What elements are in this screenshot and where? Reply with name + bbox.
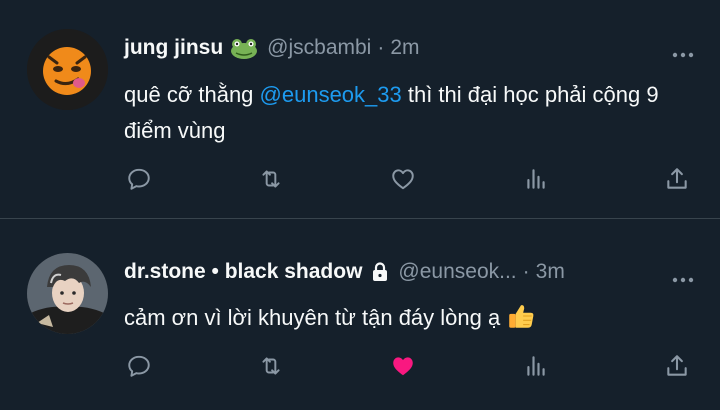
reply-icon <box>128 168 150 190</box>
retweet-icon <box>262 357 280 375</box>
tweet-actions <box>0 351 720 381</box>
retweet-icon <box>262 170 280 188</box>
timestamp[interactable]: 3m <box>536 260 565 284</box>
like-button[interactable] <box>388 164 418 194</box>
more-icon[interactable] <box>672 45 694 58</box>
reply-button[interactable] <box>124 164 154 194</box>
display-name[interactable]: jung jinsu <box>124 36 223 60</box>
tweet-actions <box>0 164 720 194</box>
display-name[interactable]: dr.stone • black shadow <box>124 260 362 284</box>
views-button[interactable] <box>521 351 551 381</box>
tweet-text: cảm ơn vì lời khuyên từ tận đáy lòng ạ <box>124 300 684 342</box>
tweet-text-part: cảm ơn vì lời khuyên từ tận đáy lòng ạ <box>124 305 501 330</box>
heart-outline-icon <box>392 169 414 190</box>
share-button[interactable] <box>662 351 692 381</box>
lock-icon <box>370 261 390 283</box>
handle[interactable]: @eunseok... <box>398 260 516 284</box>
tweet[interactable]: dr.stone • black shadow @eunseok... · 3m… <box>0 219 720 410</box>
retweet-button[interactable] <box>256 351 286 381</box>
share-icon <box>667 355 687 376</box>
tweet-header: dr.stone • black shadow @eunseok... · 3m <box>124 260 565 284</box>
reply-icon <box>128 355 150 377</box>
like-button[interactable] <box>388 351 418 381</box>
views-button[interactable] <box>521 164 551 194</box>
profile-photo <box>27 253 108 334</box>
handle[interactable]: @jscbambi <box>267 36 371 60</box>
analytics-icon <box>527 356 545 376</box>
tweet[interactable]: jung jinsu @jscbambi · 2m quê cỡ thằng @… <box>0 0 720 218</box>
share-icon <box>667 168 687 189</box>
reply-button[interactable] <box>124 351 154 381</box>
more-icon[interactable] <box>672 270 694 283</box>
mention-link[interactable]: @eunseok_33 <box>260 82 402 107</box>
share-button[interactable] <box>662 164 692 194</box>
avatar[interactable] <box>27 253 108 334</box>
heart-filled-icon <box>393 357 413 376</box>
separator: · <box>522 260 530 283</box>
retweet-button[interactable] <box>256 164 286 194</box>
tweet-text: quê cỡ thằng @eunseok_33 thì thi đại học… <box>124 77 684 149</box>
tweet-text-part: quê cỡ thằng <box>124 82 260 107</box>
avatar[interactable] <box>27 29 108 110</box>
thumbs-up-icon <box>506 301 536 342</box>
timestamp[interactable]: 2m <box>390 36 419 60</box>
tweet-header: jung jinsu @jscbambi · 2m <box>124 36 420 60</box>
frog-emoji-icon <box>229 36 259 60</box>
smirking-devil-emoji-avatar <box>27 29 108 110</box>
analytics-icon <box>527 169 545 189</box>
separator: · <box>377 36 385 59</box>
